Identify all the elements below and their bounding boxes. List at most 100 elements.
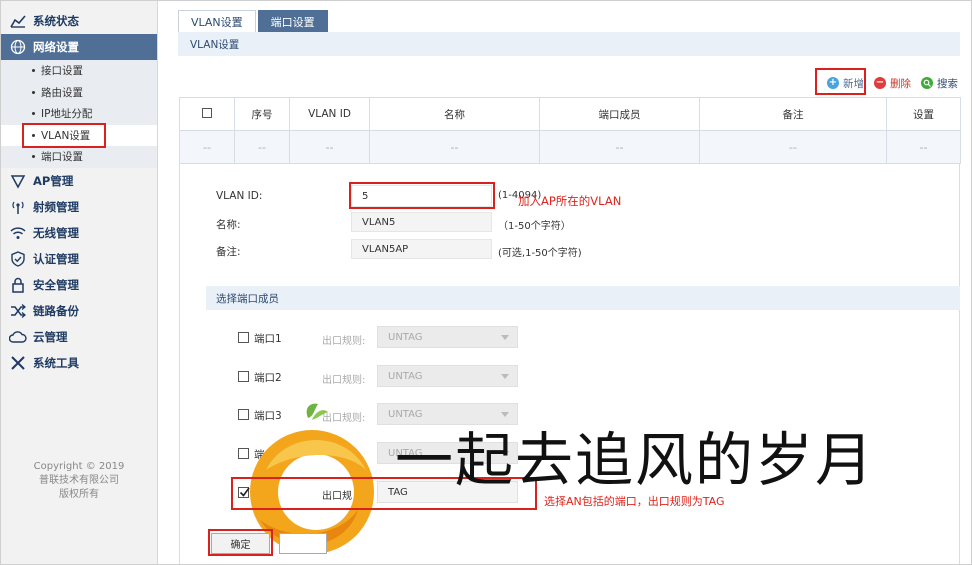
sidebar-item-label: 网络设置 xyxy=(33,40,79,54)
lock-icon xyxy=(9,277,27,293)
remark-hint: (可选,1-50个字符) xyxy=(498,248,582,259)
annotation-vlan: 加入AP所在的VLAN xyxy=(518,194,622,208)
sidebar-item-label: 认证管理 xyxy=(33,251,79,266)
sidebar: 系统状态 网络设置 接口设置 路由设置 IP地址分配 VLAN设置 端口设置 A… xyxy=(0,0,158,565)
port2-rule-select[interactable]: UNTAG xyxy=(377,365,518,387)
port2-label: 端口2 xyxy=(254,372,282,384)
delete-button[interactable]: − 删除 xyxy=(874,76,911,91)
name-label: 名称: xyxy=(216,219,241,231)
col-header-remark: 备注 xyxy=(699,97,887,131)
vlan-table: 序号 VLAN ID 名称 端口成员 备注 设置 -- -- -- -- -- … xyxy=(179,97,961,164)
sidebar-item-cloud[interactable]: 云管理 xyxy=(0,324,157,350)
select-all-cell[interactable] xyxy=(179,97,235,131)
sidebar-sub-ip-allocation[interactable]: IP地址分配 xyxy=(0,103,157,125)
port1-rule-label: 出口规则: xyxy=(322,336,366,347)
port3-rule-value: UNTAG xyxy=(388,408,423,420)
sidebar-item-label: 射频管理 xyxy=(33,199,79,214)
sidebar-item-security[interactable]: 安全管理 xyxy=(0,272,157,298)
sidebar-sub-label: 路由设置 xyxy=(41,86,83,99)
search-label: 搜索 xyxy=(937,77,958,90)
tab-port-settings[interactable]: 端口设置 xyxy=(257,10,328,32)
table-cell: -- xyxy=(179,130,235,164)
sidebar-item-link-backup[interactable]: 链路备份 xyxy=(0,298,157,324)
minus-circle-icon: − xyxy=(874,77,886,89)
bullet-icon xyxy=(32,112,35,116)
copyright-company: 普联技术有限公司 xyxy=(39,475,119,486)
col-header-name: 名称 xyxy=(369,97,540,131)
table-row: -- -- -- -- -- -- -- xyxy=(179,130,961,164)
shuffle-icon xyxy=(9,303,27,319)
chevron-down-icon xyxy=(501,374,509,379)
cancel-button[interactable] xyxy=(279,533,327,554)
sidebar-sub-label: 端口设置 xyxy=(41,151,83,164)
vlan-id-label: VLAN ID: xyxy=(216,190,263,202)
bullet-icon xyxy=(32,155,35,159)
copyright-rights: 版权所有 xyxy=(59,489,99,500)
tools-icon xyxy=(9,355,27,371)
sidebar-item-system-tools[interactable]: 系统工具 xyxy=(0,350,157,376)
sidebar-item-auth[interactable]: 认证管理 xyxy=(0,246,157,272)
sidebar-item-wireless[interactable]: 无线管理 xyxy=(0,220,157,246)
table-cell: -- xyxy=(886,130,961,164)
remark-label: 备注: xyxy=(216,246,241,258)
sidebar-sub-label: 接口设置 xyxy=(41,65,83,78)
sidebar-item-label: 安全管理 xyxy=(33,277,79,292)
wifi-icon xyxy=(9,225,27,241)
port2-rule-label: 出口规则: xyxy=(322,375,366,386)
copyright: Copyright © 2019 普联技术有限公司 版权所有 xyxy=(0,460,158,502)
table-cell: -- xyxy=(234,130,290,164)
tab-vlan-settings[interactable]: VLAN设置 xyxy=(178,10,256,32)
col-header-settings: 设置 xyxy=(886,97,961,131)
select-all-checkbox[interactable] xyxy=(202,107,212,118)
sidebar-sub-port[interactable]: 端口设置 xyxy=(0,146,157,168)
table-header-row: 序号 VLAN ID 名称 端口成员 备注 设置 xyxy=(179,97,961,131)
table-cell: -- xyxy=(539,130,700,164)
chart-line-icon xyxy=(9,13,27,29)
sidebar-item-label: 系统状态 xyxy=(33,14,79,28)
port-members-header: 选择端口成员 xyxy=(206,286,960,310)
highlight-vlan-id xyxy=(349,182,495,209)
col-header-vlan-id: VLAN ID xyxy=(289,97,370,131)
sidebar-item-network-settings[interactable]: 网络设置 xyxy=(0,34,157,60)
shield-check-icon xyxy=(9,250,27,267)
chevron-down-icon xyxy=(501,412,509,417)
sidebar-sub-interface[interactable]: 接口设置 xyxy=(0,60,157,82)
antenna-icon xyxy=(9,199,27,215)
table-cell: -- xyxy=(369,130,540,164)
copyright-line: Copyright © 2019 xyxy=(33,461,125,472)
port2-rule-value: UNTAG xyxy=(388,370,423,382)
delete-label: 删除 xyxy=(890,77,911,90)
port1-rule-value: UNTAG xyxy=(388,331,423,343)
sidebar-sub-label: IP地址分配 xyxy=(41,108,93,121)
remark-input[interactable]: VLAN5AP xyxy=(351,239,492,259)
section-title: VLAN设置 xyxy=(178,32,960,56)
sidebar-item-ap-management[interactable]: AP管理 xyxy=(0,168,157,194)
name-hint: （1-50个字符） xyxy=(498,221,571,232)
table-cell: -- xyxy=(289,130,370,164)
sidebar-item-system-status[interactable]: 系统状态 xyxy=(0,8,157,34)
chevron-down-icon xyxy=(501,335,509,340)
globe-icon xyxy=(9,39,27,55)
sidebar-sub-routing[interactable]: 路由设置 xyxy=(0,81,157,103)
search-icon xyxy=(921,77,933,89)
tab-bar: VLAN设置 端口设置 xyxy=(178,10,330,32)
bullet-icon xyxy=(32,69,35,73)
cloud-icon xyxy=(9,329,27,345)
port2-checkbox[interactable] xyxy=(238,371,249,382)
table-cell: -- xyxy=(699,130,887,164)
shield-ap-icon xyxy=(9,173,27,189)
highlight-add-button xyxy=(815,68,866,95)
name-input[interactable]: VLAN5 xyxy=(351,212,492,232)
col-header-port-members: 端口成员 xyxy=(539,97,700,131)
sidebar-item-label: 无线管理 xyxy=(33,225,79,240)
bullet-icon xyxy=(32,90,35,94)
port1-label: 端口1 xyxy=(254,333,282,345)
sidebar-item-label: 云管理 xyxy=(33,329,68,344)
highlight-ok-button xyxy=(208,529,273,556)
sidebar-item-radio[interactable]: 射频管理 xyxy=(0,194,157,220)
port1-rule-select[interactable]: UNTAG xyxy=(377,326,518,348)
port1-checkbox[interactable] xyxy=(238,332,249,343)
search-button[interactable]: 搜索 xyxy=(921,76,958,91)
highlight-vlan-nav xyxy=(22,123,106,148)
col-header-index: 序号 xyxy=(234,97,290,131)
